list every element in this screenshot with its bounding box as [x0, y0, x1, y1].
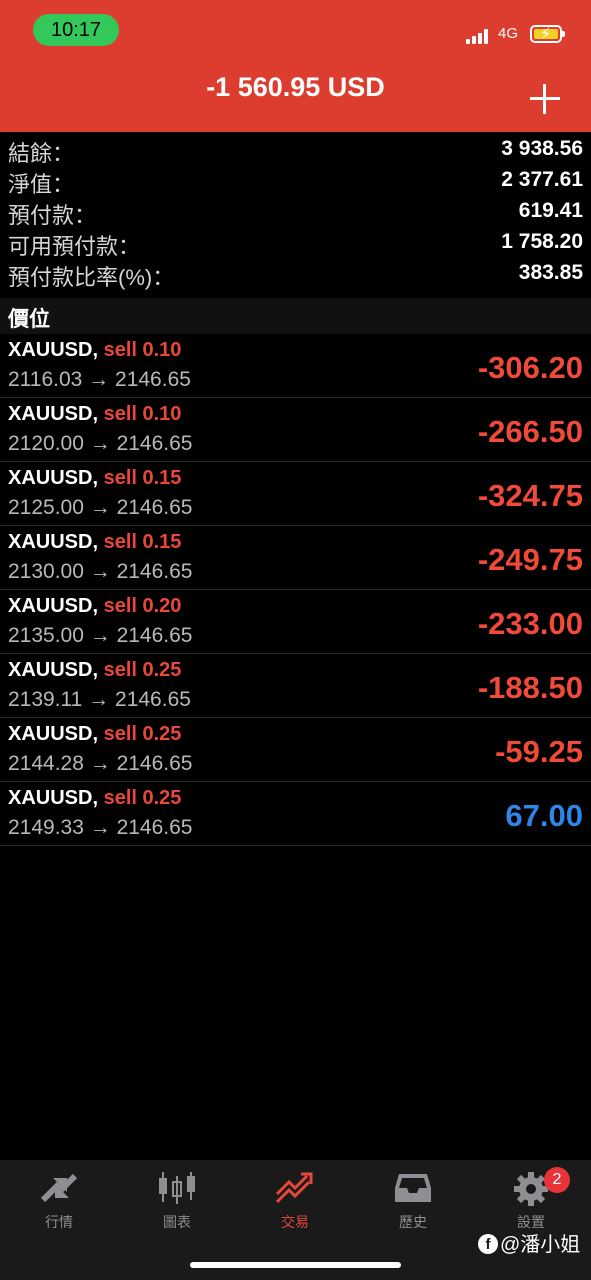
tab-label: 行情 — [45, 1214, 73, 1230]
position-side: sell 0.25 — [103, 787, 182, 809]
summary-value: 383.85 — [518, 261, 583, 284]
position-symbol: XAUUSD, — [8, 595, 99, 617]
position-row[interactable]: XAUUSD, sell 0.20 2135.00 → 2146.65 -233… — [0, 590, 591, 654]
account-summary: 結餘： 3 938.56 淨值： 2 377.61 預付款： 619.41 可用… — [0, 134, 591, 290]
summary-value: 1 758.20 — [501, 230, 583, 253]
section-title: 價位 — [8, 308, 50, 331]
positions-list: XAUUSD, sell 0.10 2116.03 → 2146.65 -306… — [0, 334, 591, 846]
position-row[interactable]: XAUUSD, sell 0.15 2130.00 → 2146.65 -249… — [0, 526, 591, 590]
new-order-button[interactable] — [530, 84, 560, 114]
position-prices: 2139.11 → 2146.65 — [8, 688, 191, 711]
network-type: 4G — [498, 25, 519, 42]
position-symbol: XAUUSD, — [8, 531, 99, 553]
position-symbol: XAUUSD, — [8, 723, 99, 745]
facebook-icon: f — [478, 1234, 498, 1254]
watermark-text: @潘小姐 — [500, 1234, 581, 1256]
summary-label: 結餘： — [8, 141, 75, 166]
summary-value: 2 377.61 — [501, 168, 583, 191]
inbox-tray-icon — [395, 1174, 431, 1202]
summary-value: 3 938.56 — [501, 137, 583, 160]
position-row[interactable]: XAUUSD, sell 0.25 2139.11 → 2146.65 -188… — [0, 654, 591, 718]
tab-quotes[interactable]: 行情 — [0, 1160, 118, 1240]
summary-row: 淨值： 2 377.61 — [0, 165, 591, 197]
position-symbol: XAUUSD, — [8, 403, 99, 425]
position-row[interactable]: XAUUSD, sell 0.25 2144.28 → 2146.65 -59.… — [0, 718, 591, 782]
position-side: sell 0.10 — [103, 339, 182, 361]
summary-row: 可用預付款： 1 758.20 — [0, 227, 591, 259]
status-time: 10:17 — [33, 14, 119, 46]
summary-label: 淨值： — [8, 172, 75, 197]
summary-label: 預付款： — [8, 203, 97, 228]
signal-strength-icon — [466, 28, 492, 44]
position-profit: -188.50 — [477, 670, 583, 705]
tab-label: 交易 — [281, 1214, 309, 1230]
top-header: 10:17 4G ⚡ -1 560.95 USD — [0, 0, 591, 132]
position-prices: 2135.00 → 2146.65 — [8, 624, 193, 647]
position-symbol: XAUUSD, — [8, 659, 99, 681]
position-profit: -266.50 — [477, 414, 583, 449]
summary-label: 可用預付款： — [8, 234, 141, 259]
candlestick-icon — [159, 1172, 195, 1204]
trade-trend-icon — [275, 1172, 313, 1204]
summary-row: 預付款比率(%)： 383.85 — [0, 258, 591, 290]
position-profit: -59.25 — [495, 734, 583, 769]
position-side: sell 0.20 — [103, 595, 182, 617]
position-profit: -324.75 — [477, 478, 583, 513]
position-side: sell 0.10 — [103, 403, 182, 425]
position-prices: 2120.00 → 2146.65 — [8, 432, 193, 455]
tab-label: 圖表 — [163, 1214, 191, 1230]
home-indicator[interactable] — [190, 1262, 401, 1268]
tab-charts[interactable]: 圖表 — [118, 1160, 236, 1240]
position-profit: 67.00 — [505, 798, 583, 833]
position-profit: -249.75 — [477, 542, 583, 577]
position-row[interactable]: XAUUSD, sell 0.10 2120.00 → 2146.65 -266… — [0, 398, 591, 462]
summary-row: 結餘： 3 938.56 — [0, 134, 591, 166]
position-side: sell 0.15 — [103, 467, 182, 489]
position-prices: 2130.00 → 2146.65 — [8, 560, 193, 583]
tab-label: 歷史 — [399, 1214, 427, 1230]
notification-badge: 2 — [544, 1167, 570, 1193]
quotes-arrows-icon — [40, 1173, 78, 1203]
tab-history[interactable]: 歷史 — [354, 1160, 472, 1240]
watermark: f @潘小姐 — [478, 1228, 580, 1257]
position-symbol: XAUUSD, — [8, 339, 99, 361]
tab-trade[interactable]: 交易 — [236, 1160, 354, 1240]
position-row[interactable]: XAUUSD, sell 0.25 2149.33 → 2146.65 67.0… — [0, 782, 591, 846]
summary-label: 預付款比率(%)： — [8, 265, 175, 290]
position-side: sell 0.25 — [103, 723, 182, 745]
position-symbol: XAUUSD, — [8, 467, 99, 489]
position-prices: 2125.00 → 2146.65 — [8, 496, 193, 519]
summary-row: 預付款： 619.41 — [0, 196, 591, 228]
battery-icon: ⚡ — [530, 25, 565, 43]
position-profit: -306.20 — [477, 350, 583, 385]
position-prices: 2144.28 → 2146.65 — [8, 752, 193, 775]
position-side: sell 0.25 — [103, 659, 182, 681]
floating-profit-title: -1 560.95 USD — [206, 72, 385, 102]
position-symbol: XAUUSD, — [8, 787, 99, 809]
position-row[interactable]: XAUUSD, sell 0.10 2116.03 → 2146.65 -306… — [0, 334, 591, 398]
position-profit: -233.00 — [477, 606, 583, 641]
positions-section-header: 價位 — [0, 298, 591, 334]
position-row[interactable]: XAUUSD, sell 0.15 2125.00 → 2146.65 -324… — [0, 462, 591, 526]
position-prices: 2149.33 → 2146.65 — [8, 816, 193, 839]
position-side: sell 0.15 — [103, 531, 182, 553]
summary-value: 619.41 — [518, 199, 583, 222]
position-prices: 2116.03 → 2146.65 — [8, 368, 191, 391]
